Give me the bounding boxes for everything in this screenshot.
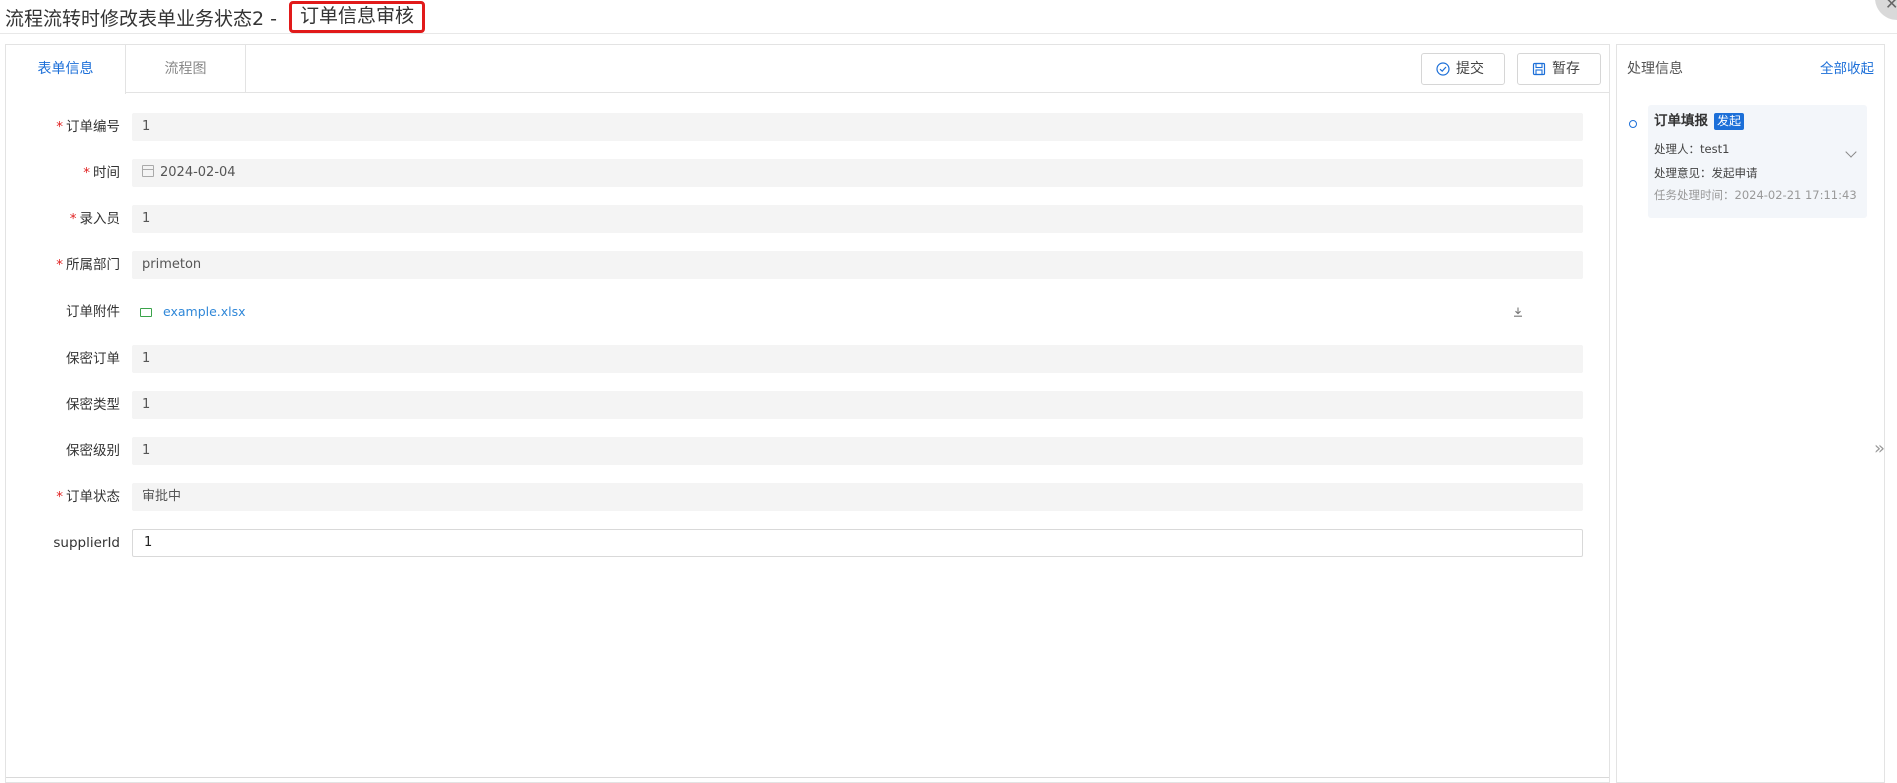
form-row-supplier-id: supplierId 1 <box>6 529 1606 557</box>
required-mark: * <box>83 165 90 181</box>
side-header: 处理信息 全部收起 <box>1617 45 1884 93</box>
tab-bar: 表单信息 流程图 提交 暂存 <box>6 45 1609 94</box>
window-title-highlight: 订单信息审核 <box>289 1 426 33</box>
field-label: 保密订单 <box>66 351 120 367</box>
field-label: 订单附件 <box>66 304 120 320</box>
form-row-entry-clerk: * 录入员 1 <box>6 205 1606 233</box>
form-row-date: * 时间 2024-02-04 <box>6 159 1606 187</box>
required-mark: * <box>56 257 63 273</box>
chevron-down-icon[interactable] <box>1845 146 1857 158</box>
process-info-panel: 处理信息 全部收起 订单填报 发起 处理人：test1 处理意见：发起申请 任务… <box>1616 44 1885 783</box>
field-label: supplierId <box>53 535 120 551</box>
tab-form-info[interactable]: 表单信息 <box>6 45 126 94</box>
side-title: 处理信息 <box>1627 61 1683 77</box>
timeline-opinion: 处理意见：发起申请 <box>1654 166 1758 180</box>
form-row-order-no: * 订单编号 1 <box>6 113 1606 141</box>
close-icon: ✕ <box>1885 0 1897 13</box>
window-title: 流程流转时修改表单业务状态2 - <box>5 8 277 30</box>
tab-flowchart[interactable]: 流程图 <box>126 45 246 93</box>
confidential-type-field: 1 <box>132 391 1583 419</box>
form-row-confidential-order: 保密订单 1 <box>6 345 1606 373</box>
date-value: 2024-02-04 <box>160 165 236 180</box>
form-row-attachment: 订单附件 example.xlsx <box>6 298 1606 326</box>
date-field: 2024-02-04 <box>132 159 1583 187</box>
save-draft-label: 暂存 <box>1552 61 1580 77</box>
timeline-node-tag: 发起 <box>1714 113 1745 130</box>
form-row-confidential-level: 保密级别 1 <box>6 437 1606 465</box>
supplier-id-input[interactable]: 1 <box>132 529 1583 557</box>
form-panel: 表单信息 流程图 提交 暂存 * 订单编号 1 * 时间 2024-02-04 * 录… <box>5 44 1610 783</box>
field-label: * 时间 <box>83 165 120 181</box>
field-label: * 录入员 <box>69 211 120 227</box>
field-label: 保密类型 <box>66 397 120 413</box>
department-field: primeton <box>132 251 1583 279</box>
form-row-order-status: * 订单状态 审批中 <box>6 483 1606 511</box>
title-divider <box>0 33 1897 34</box>
submit-label: 提交 <box>1456 61 1484 77</box>
form-row-department: * 所属部门 primeton <box>6 251 1606 279</box>
confidential-level-field: 1 <box>132 437 1583 465</box>
save-icon <box>1532 62 1546 76</box>
field-label: * 订单编号 <box>56 119 120 135</box>
order-no-field: 1 <box>132 113 1583 141</box>
timeline-node-name: 订单填报 <box>1654 113 1708 129</box>
field-label: * 订单状态 <box>56 489 120 505</box>
check-circle-icon <box>1436 62 1450 76</box>
excel-file-icon <box>140 308 152 317</box>
required-mark: * <box>56 119 63 135</box>
window-titlebar: 流程流转时修改表单业务状态2 - 订单信息审核 ✕ <box>0 0 1897 34</box>
save-draft-button[interactable]: 暂存 <box>1517 53 1601 85</box>
timeline-handler: 处理人：test1 <box>1654 142 1730 156</box>
timeline-dot <box>1629 120 1637 128</box>
close-button[interactable]: ✕ <box>1875 0 1897 20</box>
required-mark: * <box>69 211 77 227</box>
form-row-confidential-type: 保密类型 1 <box>6 391 1606 419</box>
required-mark: * <box>56 489 63 505</box>
double-chevron-right-icon[interactable]: » <box>1874 440 1885 458</box>
confidential-order-field: 1 <box>132 345 1583 373</box>
timeline-time: 任务处理时间：2024-02-21 17:11:43 <box>1654 188 1857 202</box>
attachment-link[interactable]: example.xlsx <box>163 298 246 326</box>
calendar-icon <box>142 165 154 177</box>
order-status-field: 审批中 <box>132 483 1583 511</box>
submit-button[interactable]: 提交 <box>1421 53 1505 85</box>
entry-clerk-field: 1 <box>132 205 1583 233</box>
collapse-all-link[interactable]: 全部收起 <box>1820 45 1874 93</box>
field-label: * 所属部门 <box>56 257 120 273</box>
attachment-field: example.xlsx <box>132 298 1583 326</box>
panel-bottom-divider <box>6 777 1609 778</box>
download-icon[interactable] <box>1512 306 1524 318</box>
timeline-card: 订单填报 发起 处理人：test1 处理意见：发起申请 任务处理时间：2024-… <box>1648 105 1867 218</box>
field-label: 保密级别 <box>66 443 120 459</box>
